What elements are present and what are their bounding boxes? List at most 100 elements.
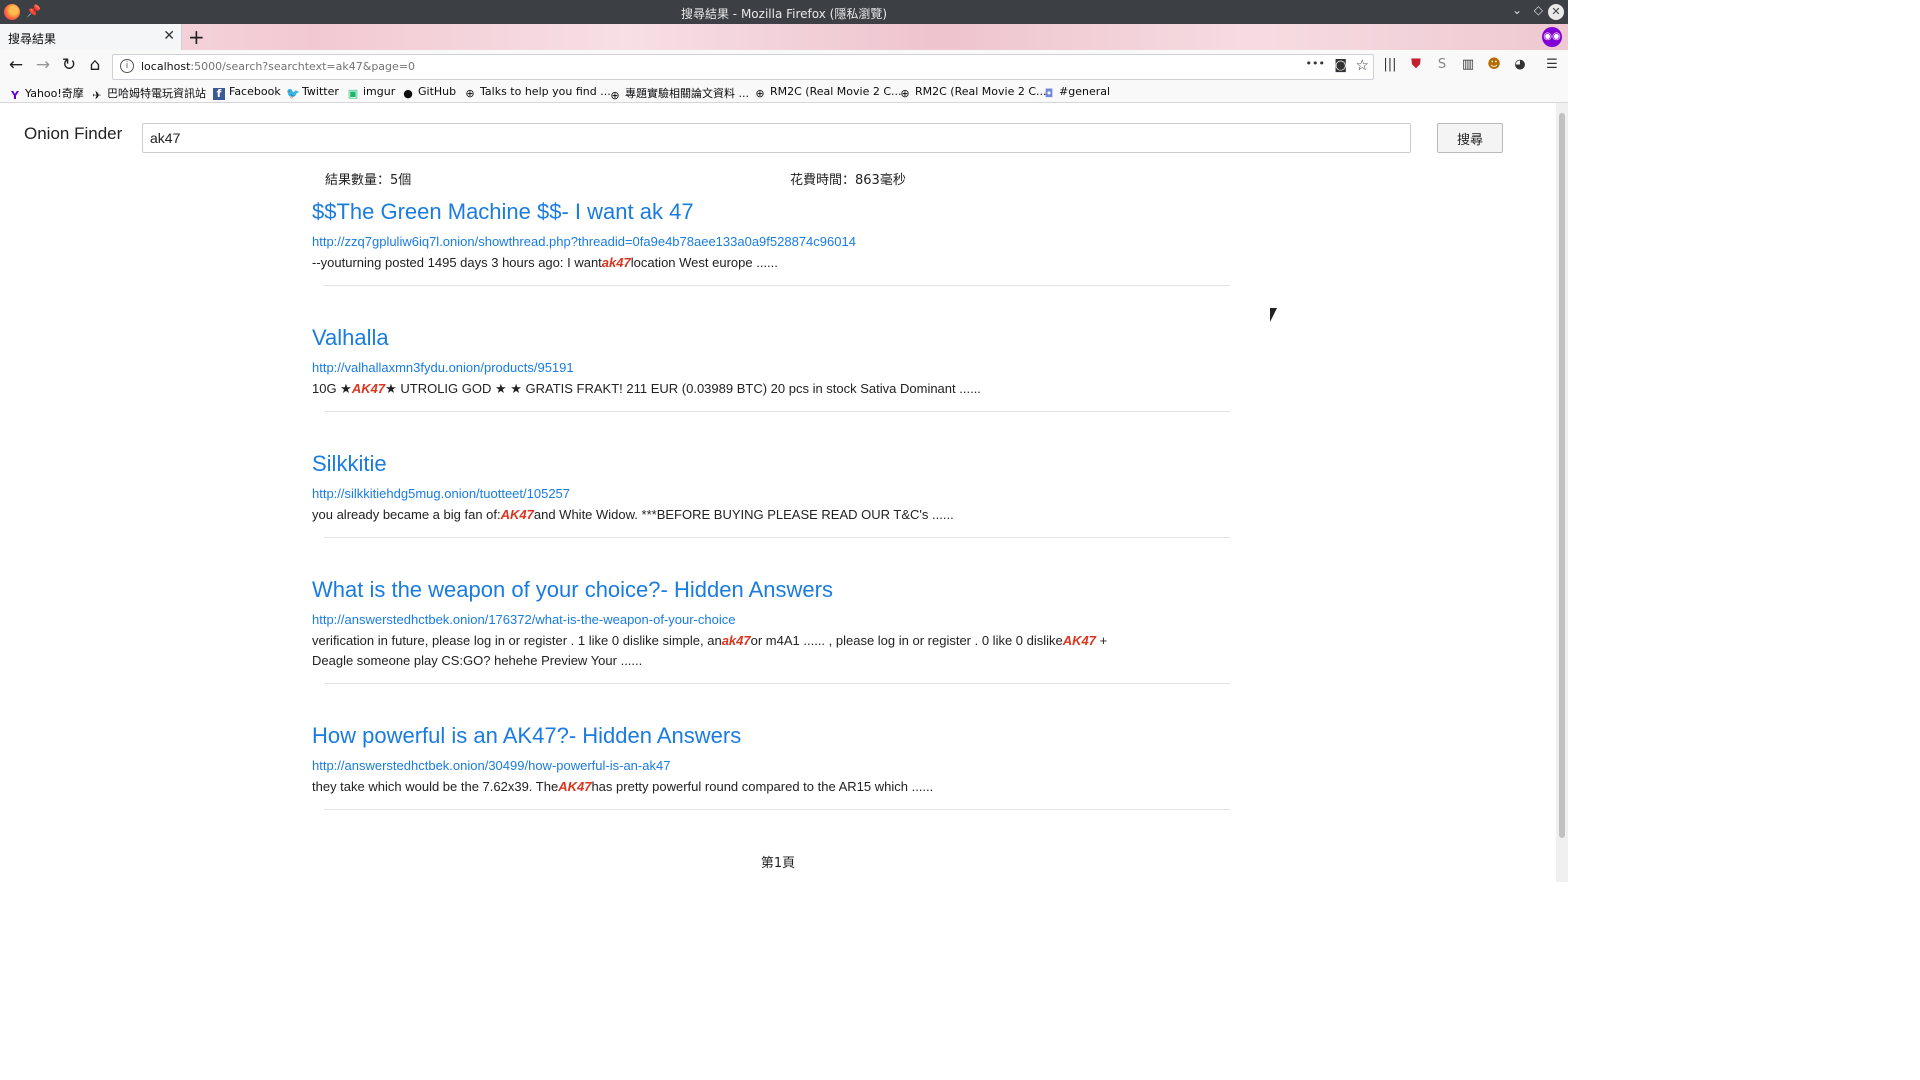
window-titlebar: 📌 搜尋結果 - Mozilla Firefox (隱私瀏覽) ⌄ ◇ ✕ (0, 0, 1568, 24)
bookmark-imgur[interactable]: ▣ imgur (347, 85, 395, 100)
snippet-keyword-highlight: AK47 (351, 381, 386, 396)
elapsed-time: 花費時間：863毫秒 (790, 173, 906, 188)
tab-strip: 搜尋結果 ✕ + ◉◉ (0, 24, 1568, 50)
globe-icon: ⊕ (610, 89, 620, 102)
tab-title: 搜尋結果 (8, 32, 57, 46)
bookmark-bahamut[interactable]: ✈ 巴哈姆特電玩資訊站 (91, 85, 206, 102)
reload-button[interactable]: ↻ (58, 55, 80, 75)
home-button[interactable]: ⌂ (84, 55, 106, 75)
url-path: :5000/search?searchtext=ak47&page=0 (190, 60, 416, 73)
tab-search-results[interactable]: 搜尋結果 ✕ (0, 24, 182, 50)
page-actions-icon[interactable]: ••• (1306, 57, 1325, 70)
result-url-link[interactable]: http://answerstedhctbek.onion/30499/how-… (312, 758, 1232, 773)
bookmarks-bar: Y Yahoo!奇摩 ✈ 巴哈姆特電玩資訊站 f Facebook 🐦 Twitter … (0, 82, 1568, 103)
snippet-text: verification in future, please log in or… (312, 633, 722, 648)
result-divider (324, 411, 1230, 412)
search-input[interactable] (142, 123, 1411, 153)
bookmark-rm2c-2[interactable]: ⊕ RM2C (Real Movie 2 C... (899, 85, 1047, 100)
sidebar-icon[interactable]: ▥ (1459, 57, 1477, 72)
scrollbar-thumb[interactable] (1559, 113, 1565, 838)
bookmark-star-icon[interactable]: ☆ (1356, 56, 1369, 74)
bahamut-icon: ✈ (92, 89, 102, 102)
restore-icon[interactable]: ◇ (1534, 3, 1543, 17)
result-snippet: --youturning posted 1495 days 3 hours ag… (312, 253, 1232, 273)
globe-icon: ⊕ (465, 87, 475, 100)
extension-glasses-icon[interactable]: ◕ (1511, 57, 1529, 72)
globe-icon: ⊕ (900, 87, 910, 100)
extension-monkey-icon[interactable]: ☻ (1485, 57, 1503, 72)
globe-icon: ⊕ (755, 87, 765, 100)
menu-button[interactable]: ☰ (1543, 57, 1561, 72)
bookmark-facebook[interactable]: f Facebook (213, 85, 281, 100)
result-url-link[interactable]: http://zzq7gpluliw6iq7l.onion/showthread… (312, 234, 1232, 249)
extension-s-icon[interactable]: S (1433, 57, 1451, 72)
result-title-link[interactable]: Silkkitie (312, 451, 1232, 477)
page-scrollbar[interactable] (1556, 103, 1568, 882)
result-title-link[interactable]: What is the weapon of your choice?- Hidd… (312, 577, 1232, 603)
search-button[interactable]: 搜尋 (1437, 123, 1503, 153)
bookmark-label: #general (1059, 85, 1111, 98)
window-title: 搜尋結果 - Mozilla Firefox (隱私瀏覽) (680, 7, 888, 21)
site-brand[interactable]: Onion Finder (24, 124, 122, 144)
yahoo-icon: Y (11, 89, 19, 102)
bookmark-discord-general[interactable]: ◘ #general (1043, 85, 1110, 100)
snippet-text: or m4A1 ...... , please log in or regist… (750, 633, 1063, 648)
snippet-text: and White Widow. ***BEFORE BUYING PLEASE… (533, 507, 954, 522)
tab-close-icon[interactable]: ✕ (163, 28, 175, 44)
search-result: Silkkitie http://silkkitiehdg5mug.onion/… (312, 451, 1232, 538)
window-close-button[interactable]: ✕ (1548, 4, 1564, 20)
bookmark-label: Talks to help you find ... (480, 85, 611, 98)
forward-button[interactable]: → (32, 55, 54, 75)
result-title-link[interactable]: How powerful is an AK47?- Hidden Answers (312, 723, 1232, 749)
bookmark-twitter[interactable]: 🐦 Twitter (286, 85, 339, 100)
back-button[interactable]: ← (5, 55, 27, 75)
snippet-text: has pretty powerful round compared to th… (591, 779, 934, 794)
result-title-link[interactable]: $$The Green Machine $$- I want ak 47 (312, 199, 1232, 225)
snippet-text: they take which would be the 7.62x39. Th… (312, 779, 559, 794)
bookmark-papers[interactable]: ⊕ 專題實驗相關論文資料 ... (609, 85, 749, 102)
bookmark-rm2c-1[interactable]: ⊕ RM2C (Real Movie 2 C... (754, 85, 901, 100)
search-result: Valhalla http://valhallaxmn3fydu.onion/p… (312, 325, 1232, 412)
url-host: localhost (141, 60, 191, 73)
bookmark-talks[interactable]: ⊕ Talks to help you find ... (464, 85, 611, 100)
bookmark-label: RM2C (Real Movie 2 C... (915, 85, 1047, 98)
result-url-link[interactable]: http://silkkitiehdg5mug.onion/tuotteet/1… (312, 486, 1232, 501)
pocket-icon[interactable]: ◙ (1334, 58, 1347, 73)
snippet-text: location West europe ...... (630, 255, 778, 270)
private-browsing-icon: ◉◉ (1542, 27, 1562, 47)
search-result: $$The Green Machine $$- I want ak 47 htt… (312, 199, 1232, 286)
bookmark-label: Facebook (229, 85, 281, 98)
snippet-keyword-highlight: AK47 (500, 507, 534, 522)
result-count: 結果數量：5個 (325, 173, 412, 188)
github-icon: ● (403, 87, 413, 100)
site-info-icon[interactable]: i (120, 59, 134, 73)
result-divider (324, 683, 1230, 684)
discord-icon: ◘ (1044, 87, 1054, 100)
imgur-icon: ▣ (347, 87, 359, 100)
bookmark-label: GitHub (418, 85, 457, 98)
snippet-text: you already became a big fan of: (312, 507, 501, 522)
bookmark-label: Yahoo!奇摩 (25, 87, 84, 100)
result-title-link[interactable]: Valhalla (312, 325, 1232, 351)
snippet-keyword-highlight: AK47 (558, 779, 592, 794)
bookmark-label: 專題實驗相關論文資料 ... (625, 87, 749, 100)
ublock-icon[interactable]: ⛊ (1407, 57, 1425, 72)
page-content: Onion Finder 搜尋 結果數量：5個 花費時間：863毫秒 $$The… (0, 103, 1556, 882)
bookmark-yahoo[interactable]: Y Yahoo!奇摩 (9, 85, 84, 102)
result-snippet: you already became a big fan of:AK47and … (312, 505, 1232, 525)
result-url-link[interactable]: http://valhallaxmn3fydu.onion/products/9… (312, 360, 1232, 375)
minimize-icon[interactable]: ⌄ (1512, 3, 1522, 17)
url-bar[interactable]: i localhost:5000/search?searchtext=ak47&… (112, 54, 1374, 80)
bookmark-label: 巴哈姆特電玩資訊站 (107, 87, 206, 100)
search-result: What is the weapon of your choice?- Hidd… (312, 577, 1232, 684)
twitter-icon: 🐦 (286, 87, 300, 100)
snippet-text: --youturning posted 1495 days 3 hours ag… (312, 255, 602, 270)
result-url-link[interactable]: http://answerstedhctbek.onion/176372/wha… (312, 612, 1232, 627)
new-tab-button[interactable]: + (188, 25, 205, 49)
url-text[interactable]: localhost:5000/search?searchtext=ak47&pa… (141, 60, 415, 73)
bookmark-label: imgur (363, 85, 396, 98)
search-result: How powerful is an AK47?- Hidden Answers… (312, 723, 1232, 810)
library-icon[interactable]: ||| (1381, 57, 1399, 72)
bookmark-label: Twitter (302, 85, 339, 98)
bookmark-github[interactable]: ● GitHub (402, 85, 456, 100)
